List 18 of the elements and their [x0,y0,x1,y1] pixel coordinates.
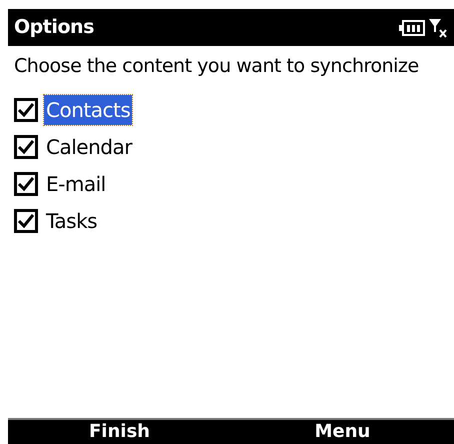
softkey-button[interactable]: Menu [231,420,454,444]
checkbox[interactable] [14,135,38,159]
softkey-button[interactable]: Finish [8,420,231,444]
checkmark-icon [18,140,34,154]
window-title: Options [14,15,94,40]
battery-icon [399,20,425,36]
checkbox[interactable] [14,98,38,122]
instruction-text: Choose the content you want to synchronize [14,54,420,79]
checkmark-icon [18,103,34,117]
no-signal-icon [428,16,448,38]
checkmark-icon [18,177,34,191]
item-label[interactable]: Calendar [44,132,134,162]
item-label[interactable]: Tasks [44,206,100,236]
checkbox[interactable] [14,172,38,196]
checkbox[interactable] [14,209,38,233]
item-label[interactable]: E-mail [44,169,108,199]
item-label[interactable]: Contacts [44,95,132,125]
checkmark-icon [18,214,34,228]
